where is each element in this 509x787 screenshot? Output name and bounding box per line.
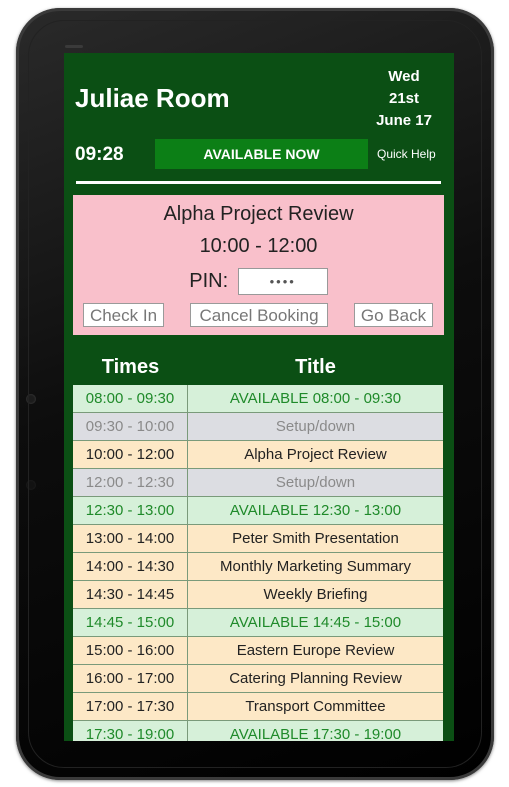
schedule-row[interactable]: 17:00 - 17:30 Transport Committee [73,693,443,721]
booking-time: 10:00 - 12:00 [199,235,318,257]
row-title: AVAILABLE 12:30 - 13:00 [229,502,402,519]
schedule-row[interactable]: 09:30 - 10:00 Setup/down [73,413,443,441]
row-time: 17:00 - 17:30 [73,693,188,720]
row-title: AVAILABLE 08:00 - 09:30 [229,390,402,407]
schedule-row[interactable]: 15:00 - 16:00 Eastern Europe Review [73,637,443,665]
pin-input[interactable]: •••• [237,268,328,295]
row-time: 12:30 - 13:00 [73,497,188,524]
date-month-year: June 17 [376,112,432,129]
row-time: 17:30 - 19:00 [73,721,188,741]
booking-title: Alpha Project Review [163,203,354,225]
row-time: 12:00 - 12:30 [73,469,188,496]
current-time: 09:28 [75,144,124,165]
date-day: Wed [388,68,420,85]
row-time: 09:30 - 10:00 [73,413,188,440]
row-title: Eastern Europe Review [236,642,395,659]
title-column-header: Title [295,356,336,378]
camera-slot [65,45,83,48]
row-time: 15:00 - 16:00 [73,637,188,664]
row-title: Peter Smith Presentation [232,530,399,547]
row-title: Catering Planning Review [229,670,402,687]
schedule-row[interactable]: 14:45 - 15:00 AVAILABLE 14:45 - 15:00 [73,609,443,637]
schedule-row[interactable]: 12:30 - 13:00 AVAILABLE 12:30 - 13:00 [73,497,443,525]
side-sensor [26,480,36,490]
schedule-row[interactable]: 14:30 - 14:45 Weekly Briefing [73,581,443,609]
row-title: Setup/down [275,418,356,435]
row-time: 13:00 - 14:00 [73,525,188,552]
row-time: 16:00 - 17:00 [73,665,188,692]
schedule-row[interactable]: 16:00 - 17:00 Catering Planning Review [73,665,443,693]
header-divider [76,181,441,184]
row-time: 14:00 - 14:30 [73,553,188,580]
schedule-row[interactable]: 10:00 - 12:00 Alpha Project Review [73,441,443,469]
room-display-screen: Juliae Room Wed 21st June 17 09:28 AVAIL… [64,53,454,741]
row-time: 14:30 - 14:45 [73,581,188,608]
row-title: Setup/down [275,474,356,491]
schedule-row[interactable]: 14:00 - 14:30 Monthly Marketing Summary [73,553,443,581]
cancel-booking-button[interactable]: Cancel Booking [190,303,328,327]
row-time: 08:00 - 09:30 [73,385,188,412]
row-title: Weekly Briefing [263,586,368,603]
schedule-row[interactable]: 17:30 - 19:00 AVAILABLE 17:30 - 19:00 [73,721,443,741]
row-title: Monthly Marketing Summary [220,558,411,575]
room-title: Juliae Room [75,83,230,113]
row-title: Transport Committee [245,698,386,715]
pin-row: PIN: •••• [73,268,444,295]
schedule-row[interactable]: 12:00 - 12:30 Setup/down [73,469,443,497]
booking-panel: Alpha Project Review 10:00 - 12:00 PIN: … [73,195,444,335]
row-time: 10:00 - 12:00 [73,441,188,468]
times-column-header: Times [101,356,160,378]
date-display: Wed 21st June 17 [364,66,444,132]
schedule-row[interactable]: 08:00 - 09:30 AVAILABLE 08:00 - 09:30 [73,385,443,413]
row-title: AVAILABLE 14:45 - 15:00 [229,614,402,631]
schedule-row[interactable]: 13:00 - 14:00 Peter Smith Presentation [73,525,443,553]
row-time: 14:45 - 15:00 [73,609,188,636]
schedule-table: 08:00 - 09:30 AVAILABLE 08:00 - 09:30 09:… [73,385,443,741]
status-badge: AVAILABLE NOW [155,139,368,169]
row-title: Alpha Project Review [244,446,387,463]
side-button [26,394,36,404]
row-title: AVAILABLE 17:30 - 19:00 [229,726,402,741]
date-number: 21st [388,90,420,107]
quick-help-link[interactable]: Quick Help [377,147,436,161]
check-in-button[interactable]: Check In [83,303,164,327]
go-back-button[interactable]: Go Back [354,303,433,327]
pin-label: PIN: [189,270,229,292]
